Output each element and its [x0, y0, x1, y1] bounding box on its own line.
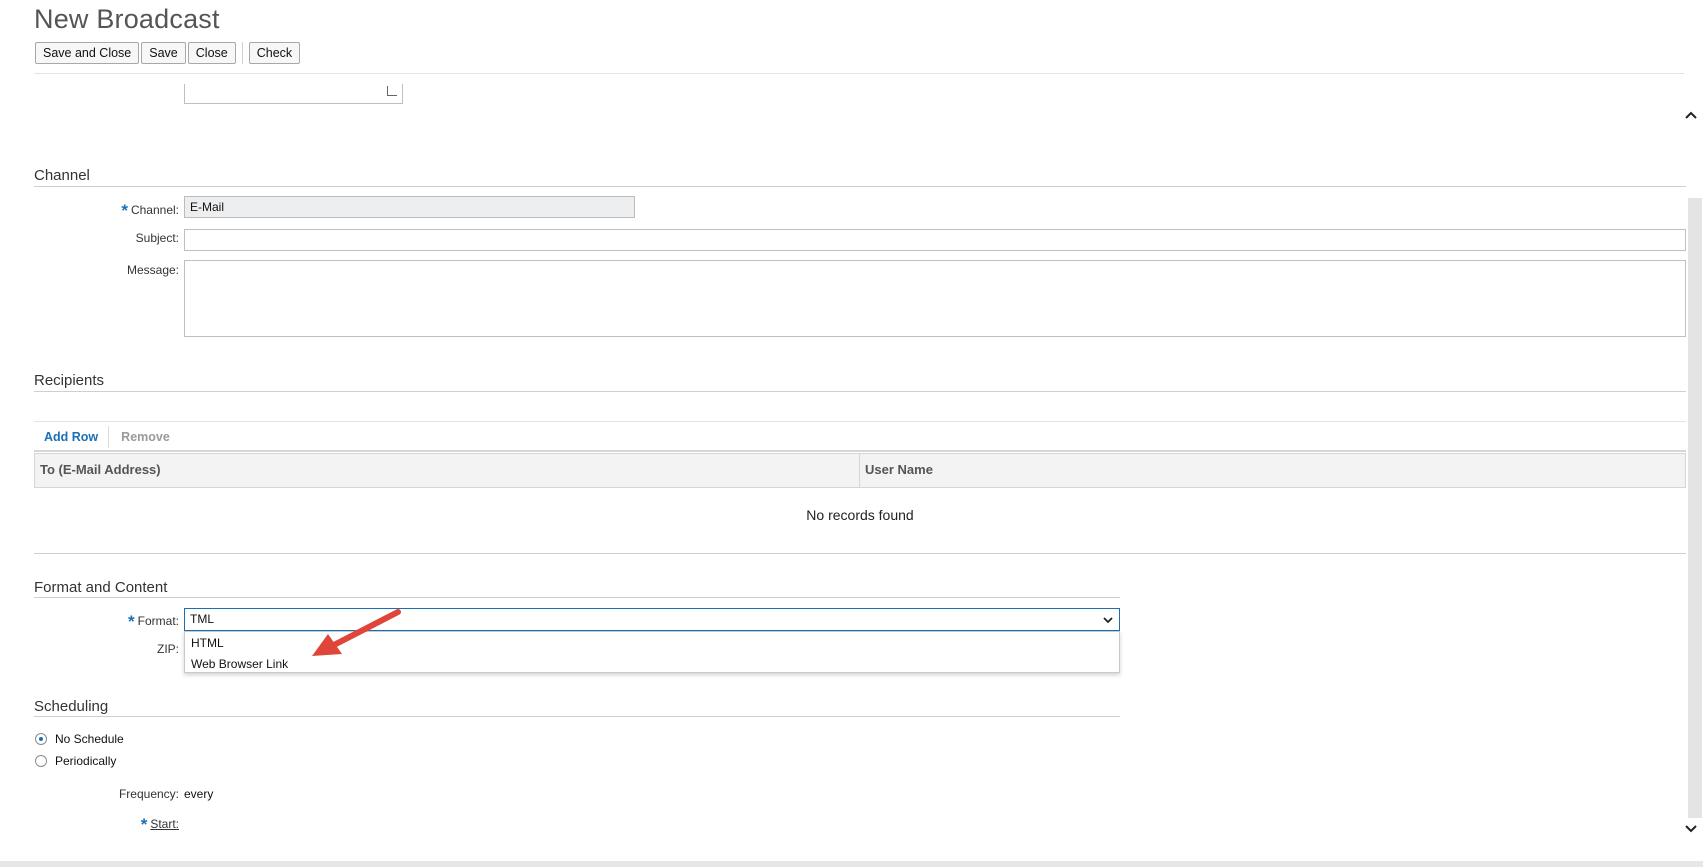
channel-field[interactable]: E-Mail — [184, 196, 635, 218]
radio-button[interactable] — [35, 755, 47, 767]
required-marker: * — [140, 815, 148, 834]
footer-bar — [0, 861, 1703, 867]
header-divider — [34, 73, 1684, 74]
section-title-recipients: Recipients — [34, 372, 105, 389]
frequency-value: every — [184, 787, 214, 801]
check-button[interactable]: Check — [248, 42, 301, 64]
section-title-scheduling: Scheduling — [34, 698, 109, 715]
format-label: * Format: — [128, 612, 179, 631]
clipped-label-fragment — [100, 84, 180, 92]
remove-button[interactable]: Remove — [109, 430, 182, 444]
required-marker: * — [128, 612, 135, 631]
recipients-table-header: To (E-Mail Address) User Name — [34, 453, 1686, 488]
radio-no-schedule[interactable]: No Schedule — [35, 732, 124, 746]
section-title-format: Format and Content — [34, 579, 168, 596]
chevron-down-icon[interactable] — [1684, 822, 1698, 836]
save-and-close-button[interactable]: Save and Close — [35, 42, 140, 64]
table-bottom-rule — [34, 553, 1686, 554]
tabbar-top-rule — [34, 421, 1686, 422]
radio-periodically[interactable]: Periodically — [35, 754, 116, 768]
message-textarea[interactable] — [184, 260, 1686, 337]
subject-name-field[interactable] — [184, 84, 403, 104]
subject-label: Subject: — [135, 231, 179, 245]
close-button[interactable]: Close — [187, 42, 236, 64]
save-button[interactable]: Save — [141, 42, 186, 64]
channel-label: * Channel: — [121, 201, 179, 220]
toolbar: Save and Close Save Close Check — [35, 42, 301, 64]
dropdown-chevron-icon[interactable] — [1103, 615, 1113, 625]
recipients-section-rule — [34, 391, 1686, 392]
page-title: New Broadcast — [34, 4, 220, 34]
section-title-channel: Channel — [34, 167, 90, 184]
column-header-email[interactable]: To (E-Mail Address) — [35, 454, 860, 487]
subject-input[interactable] — [184, 229, 1686, 251]
no-records-text: No records found — [806, 507, 914, 523]
required-marker: * — [121, 201, 128, 220]
start-label: * Start: — [140, 815, 179, 834]
message-label: Message: — [126, 263, 179, 277]
annotation-arrow-icon — [312, 609, 401, 656]
zip-label: ZIP: — [156, 642, 179, 656]
chevron-up-icon[interactable] — [1684, 108, 1698, 122]
frequency-label: Frequency: — [118, 787, 179, 801]
format-section-rule — [34, 597, 1120, 598]
radio-button-checked[interactable] — [35, 733, 47, 745]
add-row-button[interactable]: Add Row — [34, 430, 108, 444]
vertical-scrollbar[interactable] — [1688, 198, 1702, 818]
channel-section-rule — [34, 186, 1686, 187]
recipients-tabbar: Add Row Remove — [34, 423, 182, 451]
value-help-icon[interactable] — [387, 86, 397, 96]
column-header-user-name[interactable]: User Name — [860, 454, 1685, 487]
format-select-value: TML — [190, 612, 214, 626]
scheduling-section-rule — [34, 716, 1120, 717]
tabbar-bottom-rule — [34, 450, 1686, 452]
toolbar-separator — [241, 42, 243, 64]
